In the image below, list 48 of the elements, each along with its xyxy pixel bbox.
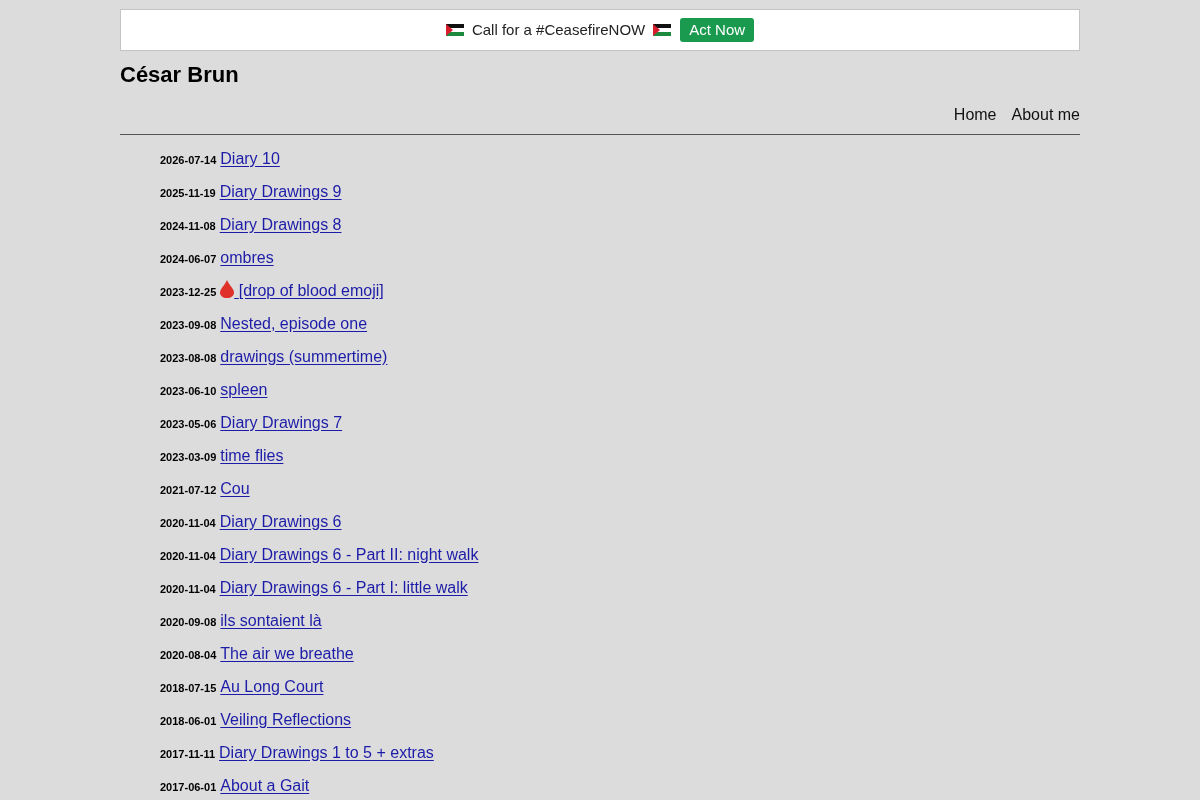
post-link[interactable]: [drop of blood emoji] (220, 280, 384, 301)
banner-message: Call for a #CeasefireNOW (471, 19, 646, 40)
post-link[interactable]: Nested, episode one (220, 313, 368, 334)
post-date: 2018-07-15 (160, 681, 217, 695)
post-date: 2021-07-12 (160, 483, 217, 497)
post-link[interactable]: Diary Drawings 6 - Part I: little walk (219, 577, 468, 598)
post-link[interactable]: Diary Drawings 6 - Part II: night walk (219, 544, 479, 565)
post-link[interactable]: The air we breathe (220, 643, 354, 664)
post-date: 2024-06-07 (160, 252, 217, 266)
nav-link[interactable]: About me (1011, 105, 1080, 125)
post-date: 2023-05-06 (160, 417, 217, 431)
post-link[interactable]: Diary Drawings 6 (219, 511, 342, 532)
post-date: 2023-03-09 (160, 450, 217, 464)
blood-drop-icon (220, 280, 235, 298)
post-date: 2023-08-08 (160, 351, 217, 365)
post-link[interactable]: About a Gait (220, 775, 310, 796)
post-date: 2026-07-14 (160, 153, 217, 167)
post-date: 2020-08-04 (160, 648, 217, 662)
post-link[interactable]: Diary 10 (220, 148, 280, 169)
post-date: 2017-06-01 (160, 780, 217, 794)
site-title: César Brun (120, 61, 240, 88)
post-date: 2023-12-25 (160, 285, 217, 299)
post-date: 2025-11-19 (160, 186, 216, 200)
post-link[interactable]: Diary Drawings 1 to 5 + extras (219, 742, 434, 763)
post-date: 2017-11-11 (160, 747, 216, 761)
post-date: 2020-11-04 (160, 516, 216, 530)
post-link[interactable]: ils sontaient là (220, 610, 322, 631)
post-date: 2020-11-04 (160, 549, 216, 563)
post-link[interactable]: Diary Drawings 9 (219, 181, 342, 202)
post-date: 2024-11-08 (160, 219, 216, 233)
post-date: 2020-09-08 (160, 615, 217, 629)
post-link[interactable]: drawings (summertime) (220, 346, 388, 367)
post-date: 2018-06-01 (160, 714, 217, 728)
post-date: 2023-09-08 (160, 318, 217, 332)
flag-icon (653, 24, 672, 36)
post-link[interactable]: spleen (220, 379, 268, 400)
post-link[interactable]: time flies (220, 445, 284, 466)
post-date: 2023-06-10 (160, 384, 217, 398)
act-now-button[interactable]: Act Now (680, 18, 755, 42)
post-link[interactable]: Diary Drawings 8 (219, 214, 342, 235)
post-link[interactable]: ombres (220, 247, 274, 268)
post-link[interactable]: Diary Drawings 7 (220, 412, 343, 433)
post-link[interactable]: Veiling Reflections (220, 709, 352, 730)
nav-link[interactable]: Home (953, 105, 997, 125)
post-link[interactable]: Cou (220, 478, 250, 499)
flag-icon (445, 24, 464, 36)
post-date: 2020-11-04 (160, 582, 216, 596)
post-link[interactable]: Au Long Court (220, 676, 324, 697)
